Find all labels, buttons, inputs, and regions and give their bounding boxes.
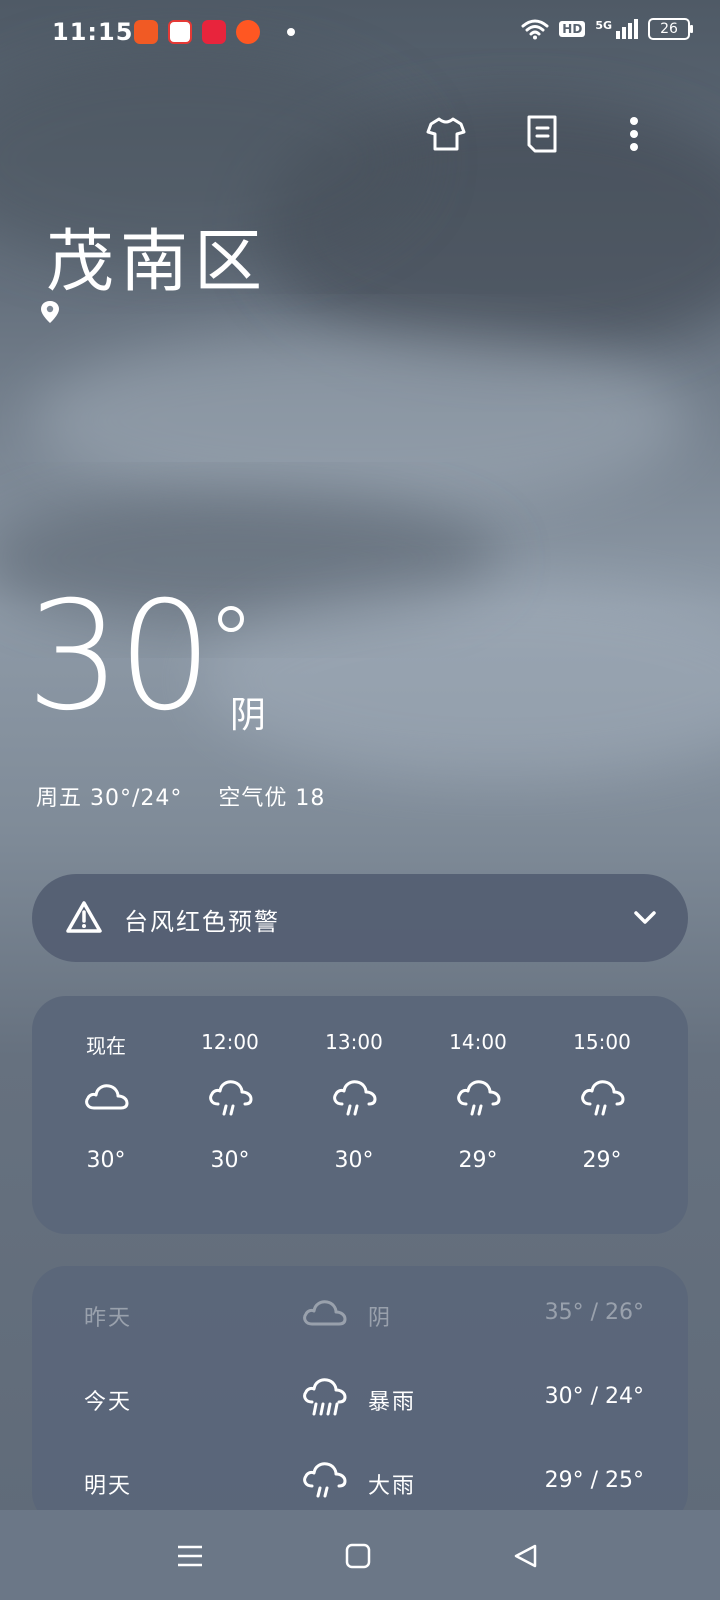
forecast-report-button[interactable]	[520, 112, 564, 156]
outfit-suggestion-button[interactable]	[424, 112, 468, 156]
hourly-temp: 29°	[582, 1148, 622, 1173]
alert-text: 台风红色预警	[124, 908, 280, 936]
hourly-time: 12:00	[201, 1030, 259, 1054]
app-notification-icon	[134, 20, 158, 44]
menu-icon	[178, 1545, 202, 1567]
city-name[interactable]: 茂南区	[46, 206, 268, 305]
daily-row[interactable]: 今天 暴雨 30° / 24°	[32, 1370, 688, 1430]
app-notification-icon	[202, 20, 226, 44]
daily-day: 昨天	[84, 1306, 133, 1331]
back-icon	[514, 1544, 537, 1568]
rain-icon	[333, 1080, 377, 1116]
shirt-icon	[426, 117, 466, 151]
hourly-time: 现在	[86, 1034, 126, 1058]
daily-condition: 暴雨	[368, 1390, 417, 1415]
cloud-icon	[303, 1300, 347, 1326]
daily-day: 明天	[84, 1474, 133, 1499]
day-temperature-range: 周五 30°/24°	[36, 786, 183, 811]
degree-symbol	[218, 606, 244, 632]
system-navigation-bar	[0, 1510, 720, 1600]
hourly-item: 12:00 30°	[180, 1030, 280, 1173]
status-time: 11:15	[52, 18, 134, 46]
recent-apps-button[interactable]	[170, 1536, 210, 1576]
hourly-time: 13:00	[325, 1030, 383, 1054]
document-icon	[527, 115, 557, 153]
signal-5g-icon: 5G	[595, 19, 638, 39]
network-type-label: 5G	[595, 19, 612, 32]
cloud-icon	[85, 1084, 129, 1110]
current-temperature: 30	[26, 570, 213, 744]
app-notification-icon	[168, 20, 192, 44]
weather-alert-banner[interactable]: 台风红色预警	[32, 874, 688, 962]
daily-condition: 大雨	[368, 1474, 417, 1499]
location-pin-icon	[41, 301, 59, 323]
daily-temp-range: 30° / 24°	[544, 1384, 644, 1409]
daily-condition: 阴	[368, 1306, 393, 1331]
hourly-item: 14:00 29°	[428, 1030, 528, 1173]
daily-row[interactable]: 昨天 阴 35° / 26°	[32, 1286, 688, 1346]
notification-app-icons	[134, 20, 260, 44]
daily-temp-range: 29° / 25°	[544, 1468, 644, 1493]
wifi-icon	[521, 19, 549, 40]
hourly-item: 现在 30°	[56, 1030, 156, 1173]
back-button[interactable]	[506, 1536, 546, 1576]
hourly-time: 15:00	[573, 1030, 631, 1054]
daily-row[interactable]: 明天 大雨 29° / 25°	[32, 1454, 688, 1514]
hourly-temp: 29°	[458, 1148, 498, 1173]
system-status-icons: HD 5G 26	[521, 18, 693, 40]
hd-badge: HD	[559, 21, 586, 37]
chevron-down-icon[interactable]	[632, 904, 658, 930]
heavy-rain-icon	[303, 1378, 347, 1416]
rain-icon	[581, 1080, 625, 1116]
status-bar: 11:15 HD 5G 26	[0, 0, 720, 64]
hourly-temp: 30°	[334, 1148, 374, 1173]
daily-forecast-card[interactable]: 昨天 阴 35° / 26° 今天 暴雨 30° / 24° 明天 大雨 29°…	[32, 1266, 688, 1526]
battery-icon: 26	[648, 18, 693, 40]
daily-temp-range: 35° / 26°	[544, 1300, 644, 1325]
warning-triangle-icon	[66, 901, 102, 933]
current-condition: 阴	[230, 695, 267, 736]
more-notifications-dot-icon	[287, 28, 295, 36]
hourly-item: 13:00 30°	[304, 1030, 404, 1173]
rain-icon	[209, 1080, 253, 1116]
hourly-forecast-card[interactable]: 现在 30° 12:00 30° 13:00 30° 14:00 29° 15:…	[32, 996, 688, 1234]
hourly-temp: 30°	[86, 1148, 126, 1173]
more-options-button[interactable]	[612, 112, 656, 156]
hourly-item: 15:00 29°	[552, 1030, 652, 1173]
app-notification-icon	[236, 20, 260, 44]
home-icon	[345, 1543, 371, 1569]
today-summary: 周五 30°/24° 空气优 18	[36, 780, 353, 812]
air-quality[interactable]: 空气优 18	[218, 786, 325, 811]
more-vert-icon	[630, 117, 638, 151]
home-button[interactable]	[338, 1536, 378, 1576]
daily-day: 今天	[84, 1390, 133, 1415]
rain-icon	[303, 1462, 347, 1498]
hourly-temp: 30°	[210, 1148, 250, 1173]
hourly-time: 14:00	[449, 1030, 507, 1054]
rain-icon	[457, 1080, 501, 1116]
